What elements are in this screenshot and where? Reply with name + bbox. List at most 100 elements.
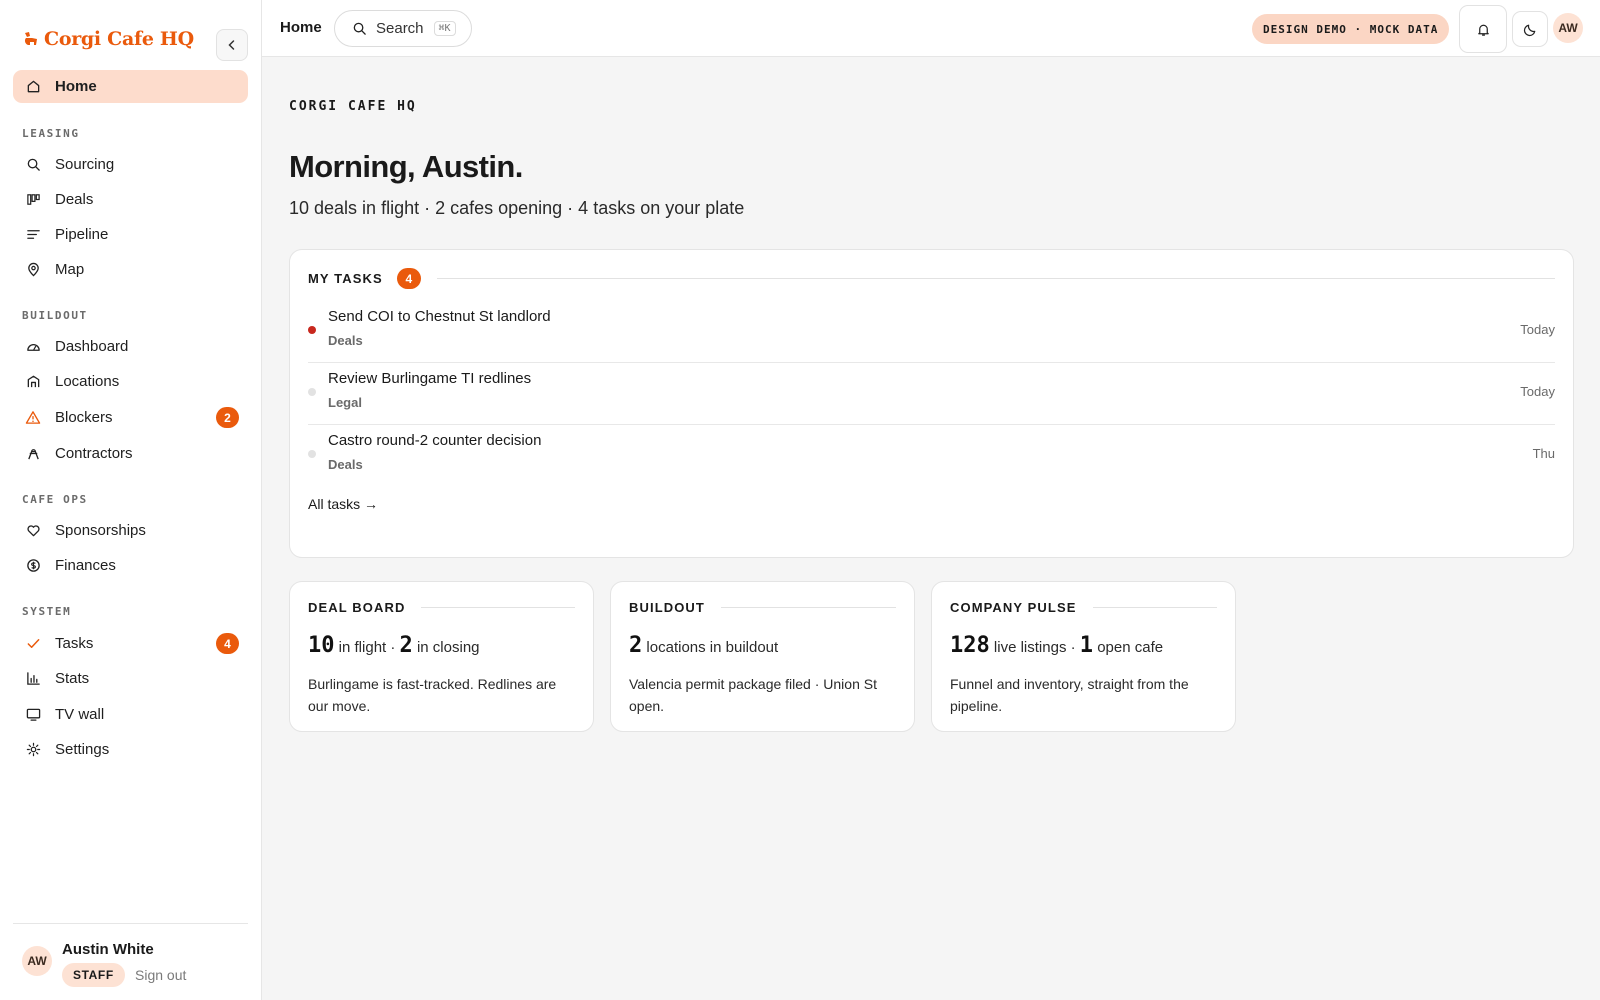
task-row[interactable]: Castro round-2 counter decision Deals Th… — [308, 425, 1555, 487]
sidebar-item-stats[interactable]: Stats — [13, 662, 248, 695]
sidebar-item-label: Deals — [55, 191, 94, 208]
sidebar-item-settings[interactable]: Settings — [13, 733, 248, 766]
search-icon — [25, 157, 41, 173]
priority-dot — [308, 388, 316, 396]
task-row[interactable]: Review Burlingame TI redlines Legal Toda… — [308, 363, 1555, 425]
demo-badge: DESIGN DEMO · MOCK DATA — [1252, 14, 1450, 44]
board-icon — [25, 192, 41, 208]
sidebar-item-tasks[interactable]: Tasks 4 — [13, 627, 248, 660]
card-description: Funnel and inventory, straight from the … — [950, 676, 1189, 714]
search-input[interactable]: Search ⌘K — [334, 10, 472, 47]
stat-line: 10 in flight · 2 in closing — [308, 633, 480, 658]
card-header: BUILDOUT — [629, 600, 896, 615]
card-description: Valencia permit package filed · Union St… — [629, 676, 877, 714]
gauge-icon — [25, 339, 41, 355]
sign-out-link[interactable]: Sign out — [135, 967, 186, 983]
task-title: Review Burlingame TI redlines — [328, 370, 532, 387]
breadcrumb[interactable]: Home — [280, 19, 322, 36]
dollar-icon — [25, 558, 41, 574]
sidebar-item-blockers[interactable]: Blockers 2 — [13, 401, 248, 434]
task-due: Today — [1520, 384, 1555, 399]
sidebar-item-home[interactable]: Home — [13, 70, 248, 103]
heart-icon — [25, 523, 41, 539]
task-tag: Legal — [328, 395, 362, 410]
avatar[interactable]: AW — [22, 946, 52, 976]
bell-icon — [1477, 24, 1489, 36]
stat-label: live listings · — [993, 639, 1076, 656]
search-label: Search — [376, 20, 424, 37]
task-tag: Deals — [328, 333, 363, 348]
priority-dot — [308, 450, 316, 458]
sidebar-item-sourcing[interactable]: Sourcing — [13, 148, 248, 181]
priority-dot — [308, 326, 316, 334]
divider — [421, 607, 575, 608]
page-title: Morning, Austin. — [289, 149, 523, 184]
sidebar-item-label: Stats — [55, 670, 90, 687]
sidebar-item-tv-wall[interactable]: TV wall — [13, 698, 248, 731]
sidebar-item-deals[interactable]: Deals — [13, 183, 248, 216]
stat-label: in closing — [416, 639, 480, 656]
tasks-count-badge: 4 — [216, 633, 239, 654]
sidebar-item-dashboard[interactable]: Dashboard — [13, 330, 248, 363]
moon-icon — [1523, 24, 1535, 36]
stat-label: locations in buildout — [646, 639, 779, 656]
gear-icon — [25, 742, 41, 758]
sidebar-user-panel: AW Austin White STAFF Sign out — [13, 923, 248, 1000]
task-row[interactable]: Send COI to Chestnut St landlord Deals T… — [308, 301, 1555, 363]
sidebar-item-map[interactable]: Map — [13, 253, 248, 286]
search-shortcut: ⌘K — [433, 21, 456, 36]
avatar[interactable]: AW — [1553, 13, 1583, 43]
page-eyebrow: CORGI CAFE HQ — [289, 99, 417, 114]
section-label-leasing: LEASING — [22, 127, 80, 140]
buildout-card[interactable]: BUILDOUT 2 locations in buildout Valenci… — [610, 581, 915, 732]
sidebar-item-label: Blockers — [55, 409, 113, 426]
stat-label: open cafe — [1097, 639, 1164, 656]
sidebar-item-locations[interactable]: Locations — [13, 365, 248, 398]
sidebar-item-label: Map — [55, 261, 85, 278]
home-icon — [25, 79, 41, 95]
collapse-sidebar-button[interactable] — [216, 29, 248, 61]
sidebar-item-label: Sourcing — [55, 156, 115, 173]
sidebar-item-contractors[interactable]: Contractors — [13, 437, 248, 470]
task-title: Send COI to Chestnut St landlord — [328, 308, 551, 325]
stat-value: 10 — [308, 633, 335, 658]
notifications-button[interactable] — [1459, 5, 1507, 53]
task-count-badge: 4 — [396, 268, 421, 289]
sidebar-item-label: TV wall — [55, 706, 105, 723]
section-label-system: SYSTEM — [22, 605, 72, 618]
sidebar-item-finances[interactable]: Finances — [13, 549, 248, 582]
search-icon — [352, 21, 367, 36]
sidebar-item-sponsorships[interactable]: Sponsorships — [13, 514, 248, 547]
sidebar-item-label: Tasks — [55, 635, 94, 652]
worker-icon — [25, 446, 41, 462]
theme-toggle-button[interactable] — [1512, 11, 1548, 47]
sidebar-item-pipeline[interactable]: Pipeline — [13, 218, 248, 251]
sidebar: Corgi Cafe HQ Home LEASING Sourcing Deal… — [0, 0, 262, 1000]
monitor-icon — [25, 707, 41, 723]
divider — [720, 607, 896, 608]
all-tasks-link[interactable]: All tasks → — [308, 496, 378, 512]
card-header: COMPANY PULSE — [950, 600, 1217, 615]
brand-logo[interactable]: Corgi Cafe HQ — [22, 28, 194, 50]
card-title: DEAL BOARD — [308, 600, 406, 615]
stat-line: 2 locations in buildout — [629, 633, 778, 658]
sidebar-item-label: Finances — [55, 557, 116, 574]
bar-chart-icon — [25, 671, 41, 687]
sidebar-item-label: Settings — [55, 741, 110, 758]
chevron-left-icon — [228, 40, 235, 50]
my-tasks-card: MY TASKS 4 Send COI to Chestnut St landl… — [289, 249, 1574, 558]
building-icon — [25, 374, 41, 390]
deal-board-card[interactable]: DEAL BOARD 10 in flight · 2 in closing B… — [289, 581, 594, 732]
sidebar-item-label: Contractors — [55, 445, 133, 462]
card-header: MY TASKS 4 — [308, 268, 1555, 289]
divider — [436, 278, 1555, 279]
task-tag: Deals — [328, 457, 363, 472]
card-description: Burlingame is fast-tracked. Redlines are… — [308, 676, 557, 714]
corgi-icon — [24, 32, 37, 45]
page-summary: 10 deals in flight · 2 cafes opening · 4… — [289, 198, 745, 218]
task-due: Thu — [1532, 446, 1555, 461]
company-pulse-card[interactable]: COMPANY PULSE 128 live listings · 1 open… — [931, 581, 1236, 732]
blockers-count-badge: 2 — [216, 407, 239, 428]
main-content: CORGI CAFE HQ Morning, Austin. 10 deals … — [262, 57, 1600, 1000]
sidebar-item-label: Dashboard — [55, 338, 129, 355]
